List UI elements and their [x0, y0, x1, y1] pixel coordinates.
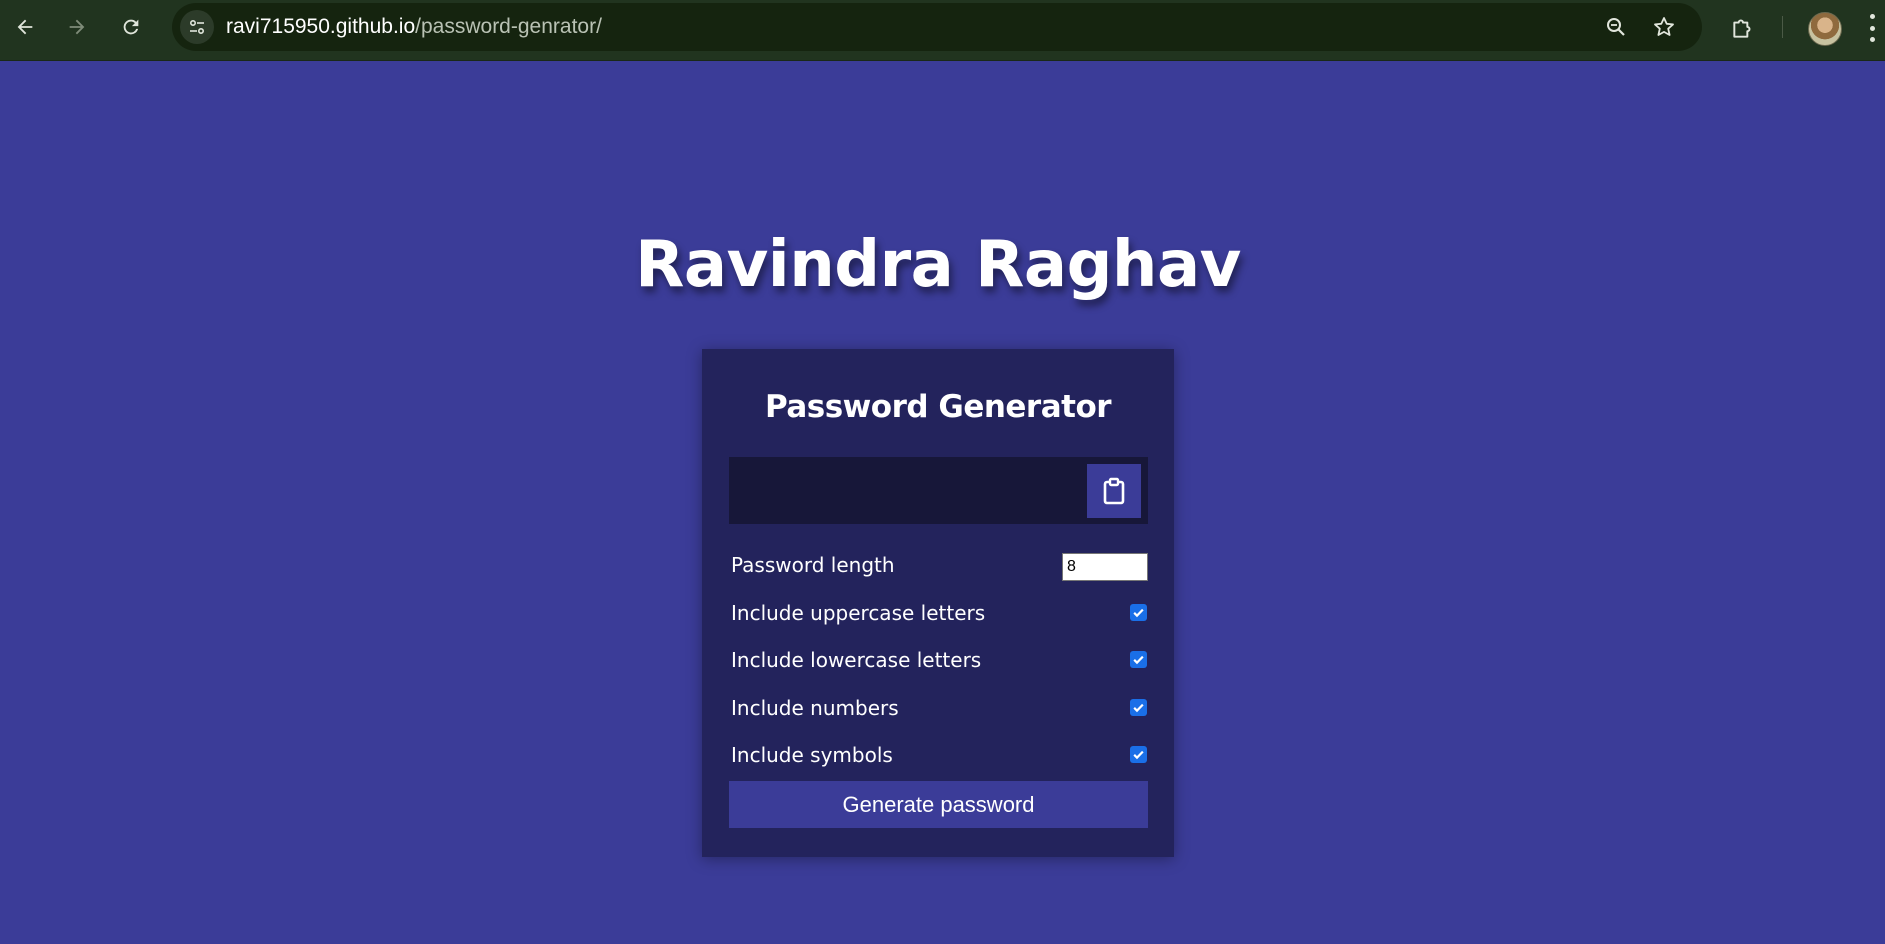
- checkmark-icon: [1133, 608, 1144, 618]
- reload-button[interactable]: [114, 10, 148, 44]
- checkmark-icon: [1133, 655, 1144, 665]
- option-row-symbols: Include symbols: [729, 739, 1148, 771]
- tune-icon: [189, 19, 205, 35]
- toolbar-divider: [1782, 16, 1783, 38]
- address-bar[interactable]: ravi715950.github.io/password-genrator/: [172, 3, 1702, 51]
- page-title: Ravindra Raghav: [635, 228, 1241, 302]
- lowercase-label: Include lowercase letters: [731, 648, 982, 672]
- zoom-button[interactable]: [1601, 12, 1631, 42]
- generate-password-button[interactable]: Generate password: [729, 781, 1148, 828]
- url-text[interactable]: ravi715950.github.io/password-genrator/: [226, 15, 602, 39]
- avatar[interactable]: [1808, 12, 1842, 46]
- numbers-label: Include numbers: [731, 696, 899, 720]
- password-length-label: Password length: [731, 553, 895, 577]
- password-length-input[interactable]: [1062, 553, 1148, 581]
- password-length-row: Password length: [729, 549, 1148, 581]
- option-row-lowercase: Include lowercase letters: [729, 644, 1148, 676]
- uppercase-label: Include uppercase letters: [731, 601, 986, 625]
- copy-to-clipboard-button[interactable]: [1087, 464, 1141, 518]
- star-icon: [1654, 17, 1674, 36]
- url-path: /password-genrator/: [415, 15, 602, 38]
- arrow-left-icon: [17, 19, 33, 35]
- option-row-uppercase: Include uppercase letters: [729, 597, 1148, 629]
- reload-icon: [123, 19, 139, 35]
- checkmark-icon: [1133, 703, 1144, 713]
- symbols-checkbox[interactable]: [1130, 746, 1147, 763]
- bookmark-button[interactable]: [1649, 12, 1679, 42]
- browser-toolbar: ravi715950.github.io/password-genrator/: [0, 0, 1885, 61]
- password-result-box[interactable]: [729, 457, 1148, 524]
- card-title: Password Generator: [764, 389, 1112, 425]
- clipboard-icon: [1103, 477, 1125, 505]
- uppercase-checkbox[interactable]: [1130, 604, 1147, 621]
- zoom-icon: [1607, 18, 1625, 36]
- back-button[interactable]: [8, 10, 42, 44]
- kebab-menu-icon[interactable]: [1866, 14, 1878, 42]
- checkmark-icon: [1133, 750, 1144, 760]
- option-row-numbers: Include numbers: [729, 692, 1148, 724]
- url-domain: ravi715950.github.io: [226, 15, 416, 38]
- password-generator-card: Password Generator Password length Inclu…: [702, 349, 1174, 857]
- extensions-button[interactable]: [1727, 12, 1759, 44]
- forward-button[interactable]: [60, 10, 94, 44]
- symbols-label: Include symbols: [731, 743, 893, 767]
- site-info-button[interactable]: [180, 10, 214, 44]
- puzzle-icon: [1733, 19, 1751, 38]
- arrow-right-icon: [69, 19, 85, 35]
- lowercase-checkbox[interactable]: [1130, 651, 1147, 668]
- numbers-checkbox[interactable]: [1130, 699, 1147, 716]
